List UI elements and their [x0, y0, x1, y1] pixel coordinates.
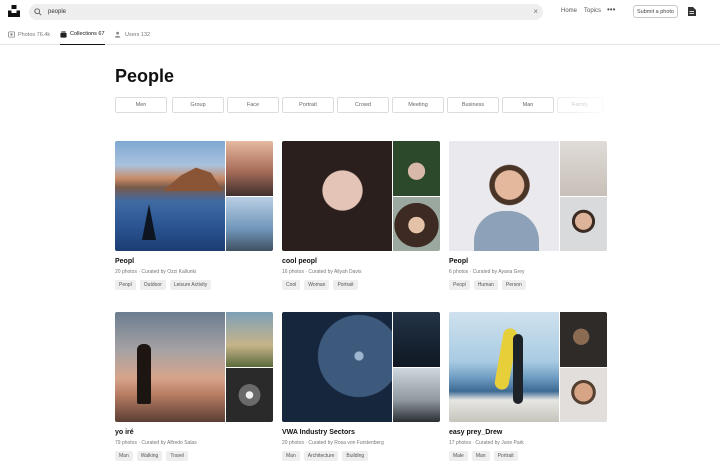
collection-tag[interactable]: Woman: [304, 280, 330, 290]
collection-tag[interactable]: Walking: [136, 451, 163, 461]
users-icon: [115, 31, 121, 38]
collection-tag[interactable]: Building: [342, 451, 369, 461]
collection-preview-image[interactable]: [393, 367, 440, 422]
collection-tags: Peopl Outdoor Leisure Activity: [115, 280, 212, 290]
related-chip-group[interactable]: Group: [172, 97, 224, 113]
related-chip-face[interactable]: Face: [227, 97, 279, 113]
collection-preview[interactable]: [115, 141, 273, 251]
collection-tag[interactable]: Peopl: [449, 280, 470, 290]
collection-preview-image[interactable]: [226, 367, 273, 422]
related-chip-meeting[interactable]: Meeting: [392, 97, 444, 113]
related-chip-family[interactable]: Family: [557, 97, 603, 113]
search-bar[interactable]: people ×: [29, 4, 543, 20]
collection-preview-image[interactable]: [560, 141, 607, 196]
collection-cover-image[interactable]: [115, 312, 225, 422]
collection-card[interactable]: easy prey_Drew 17 photos · Curated by Ju…: [449, 312, 607, 461]
search-input[interactable]: people: [48, 9, 66, 15]
related-chip-business[interactable]: Business: [447, 97, 499, 113]
nav-home-link[interactable]: Home: [561, 8, 577, 14]
collection-tag[interactable]: Cool: [282, 280, 301, 290]
document-menu-icon[interactable]: [688, 7, 696, 16]
collection-meta: 20 photos · Curated by Rosa von Furstenb…: [282, 440, 384, 446]
tab-photos[interactable]: Photos 76.4k: [8, 24, 50, 45]
collection-preview-image[interactable]: [226, 312, 273, 367]
collection-meta: 16 photos · Curated by Aliyah Davis: [282, 269, 362, 275]
collection-tag[interactable]: Leisure Activity: [169, 280, 212, 290]
collection-tag[interactable]: Man: [115, 451, 133, 461]
collection-preview[interactable]: [449, 312, 607, 422]
collection-cover-image[interactable]: [115, 141, 225, 251]
collection-cover-image[interactable]: [449, 141, 559, 251]
collection-cover-image[interactable]: [282, 141, 392, 251]
collection-preview-image[interactable]: [560, 312, 607, 367]
collection-preview[interactable]: [115, 312, 273, 422]
collection-title[interactable]: yo iré: [115, 429, 134, 436]
tab-photos-label: Photos 76.4k: [18, 31, 51, 38]
collection-meta: 20 photos · Curated by Ozzi Kallunki: [115, 269, 197, 275]
collection-preview[interactable]: [282, 312, 440, 422]
collection-tag[interactable]: Man: [471, 451, 490, 461]
collection-title[interactable]: VWA Industry Sectors: [282, 429, 355, 436]
collection-meta: 17 photos · Curated by June Park: [449, 440, 524, 446]
collection-tag[interactable]: Outdoor: [139, 280, 166, 290]
collection-preview-image[interactable]: [393, 141, 440, 196]
collection-tag[interactable]: Human: [473, 280, 498, 290]
search-tabs: Photos 76.4k Collections 67 Users 132: [0, 24, 720, 45]
collection-tag[interactable]: Male: [449, 451, 468, 461]
tab-collections-label: Collections 67: [70, 31, 105, 37]
related-chip-crowd[interactable]: Crowd: [337, 97, 389, 113]
collection-preview-image[interactable]: [226, 141, 273, 196]
collection-title[interactable]: Peopl: [449, 258, 468, 265]
collection-title[interactable]: cool peopl: [282, 258, 317, 265]
clear-search-icon[interactable]: ×: [533, 7, 538, 17]
collection-tag[interactable]: Man: [282, 451, 300, 461]
collection-preview-image[interactable]: [226, 196, 273, 251]
page-title: People: [115, 66, 175, 86]
collection-tag[interactable]: Person: [501, 280, 526, 290]
collection-meta: 79 photos · Curated by Alfredo Salas: [115, 440, 197, 446]
collection-preview-image[interactable]: [393, 196, 440, 251]
photo-icon: [8, 31, 15, 38]
related-chip-portrait[interactable]: Portrait: [282, 97, 334, 113]
collection-title[interactable]: Peopl: [115, 258, 134, 265]
collection-preview-image[interactable]: [560, 367, 607, 422]
collection-tags: Man Walking Travel: [115, 451, 189, 461]
collection-card[interactable]: cool peopl 16 photos · Curated by Aliyah…: [282, 141, 440, 290]
collection-tags: Cool Woman Portrait: [282, 280, 358, 290]
collection-tags: Man Architecture Building: [282, 451, 369, 461]
collection-tag[interactable]: Architecture: [303, 451, 339, 461]
collection-preview-image[interactable]: [393, 312, 440, 367]
collection-tag[interactable]: Peopl: [115, 280, 136, 290]
collection-preview[interactable]: [449, 141, 607, 251]
collection-preview-image[interactable]: [560, 196, 607, 251]
collection-tag[interactable]: Portrait: [333, 280, 358, 290]
related-chip-men[interactable]: Men: [115, 97, 167, 113]
nav-topics-link[interactable]: Topics: [584, 8, 601, 14]
collection-cover-image[interactable]: [449, 312, 559, 422]
collection-tags: Peopl Human Person: [449, 280, 526, 290]
collection-card[interactable]: Peopl 20 photos · Curated by Ozzi Kallun…: [115, 141, 273, 290]
related-chip-man[interactable]: Man: [502, 97, 554, 113]
search-icon: [34, 8, 42, 16]
collection-tag[interactable]: Travel: [166, 451, 189, 461]
collection-title[interactable]: easy prey_Drew: [449, 429, 502, 436]
unsplash-logo-icon[interactable]: [8, 5, 20, 17]
tab-collections[interactable]: Collections 67: [60, 24, 105, 45]
collections-icon: [60, 30, 67, 38]
collection-cover-image[interactable]: [282, 312, 392, 422]
collection-meta: 6 photos · Curated by Ayana Grey: [449, 269, 525, 275]
top-header: people × Home Topics ••• Submit a photo: [0, 0, 720, 24]
collection-card[interactable]: yo iré 79 photos · Curated by Alfredo Sa…: [115, 312, 273, 461]
collection-preview[interactable]: [282, 141, 440, 251]
tab-users[interactable]: Users 132: [115, 24, 150, 45]
collection-card[interactable]: Peopl 6 photos · Curated by Ayana Grey P…: [449, 141, 607, 290]
tab-users-label: Users 132: [125, 31, 151, 38]
collection-card[interactable]: VWA Industry Sectors 20 photos · Curated…: [282, 312, 440, 461]
collection-tag[interactable]: Portrait: [493, 451, 518, 461]
more-options-icon[interactable]: •••: [607, 5, 615, 14]
submit-photo-button[interactable]: Submit a photo: [633, 5, 678, 18]
collection-tags: Male Man Portrait: [449, 451, 518, 461]
